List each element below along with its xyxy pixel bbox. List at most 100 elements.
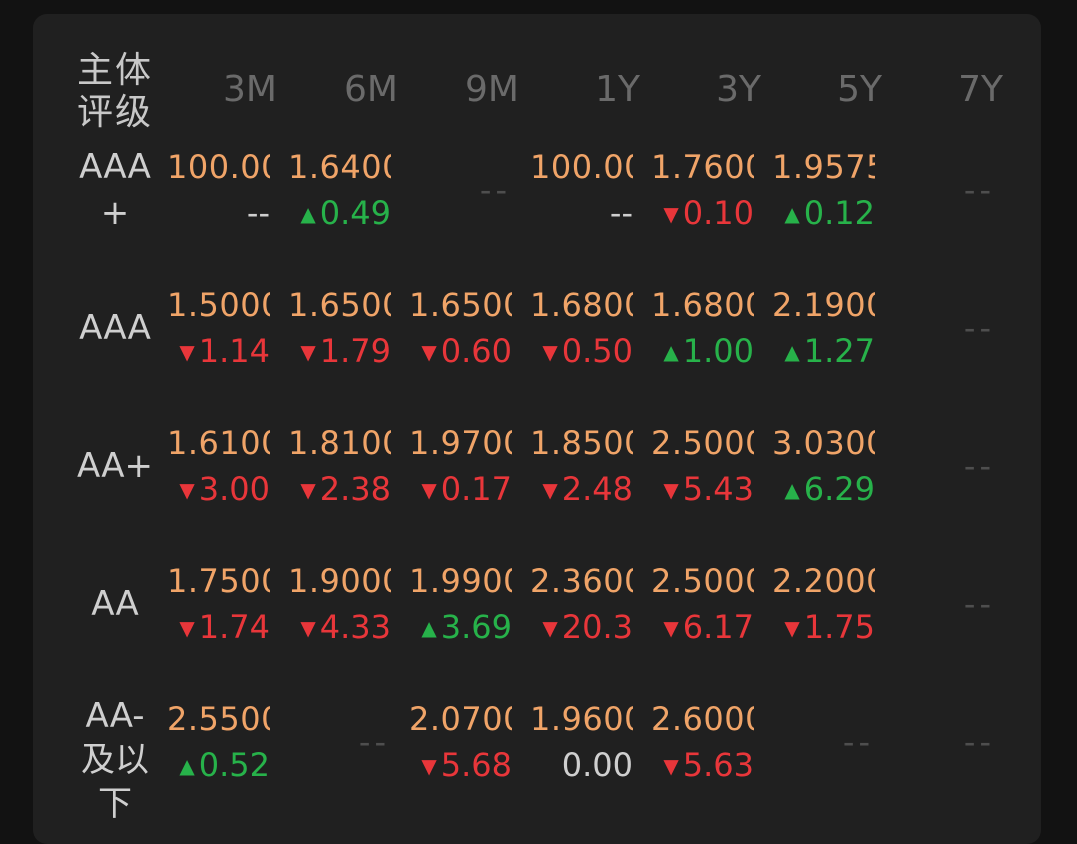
yield-cell[interactable]: 1.6100 ▼3.00 xyxy=(167,420,277,520)
table-row[interactable]: AA+1.6100▼3.001.8100▼2.381.9700▼0.171.85… xyxy=(33,420,1041,558)
yield-value: 3.0300 xyxy=(772,424,875,462)
yield-cell[interactable]: 2.5500 ▲0.52 xyxy=(167,696,277,796)
col-header-9m[interactable]: 9M xyxy=(409,68,519,112)
yield-cell[interactable]: 100.00 -- xyxy=(167,144,277,244)
yield-cell[interactable]: 2.2000 ▼1.75 xyxy=(772,558,882,658)
change-number: 0.60 xyxy=(440,332,512,370)
yield-value: 1.9575 xyxy=(772,148,875,186)
change-value: ▼ 0.17 xyxy=(409,466,519,513)
col-header-1y[interactable]: 1Y xyxy=(530,68,640,112)
empty-cell: -- xyxy=(963,447,995,485)
yield-cell[interactable]: 1.6800 ▼0.50 xyxy=(530,282,640,382)
yield-value: 2.5000 xyxy=(651,562,754,600)
yield-cell[interactable]: 2.0700 ▼5.68 xyxy=(409,696,519,796)
yield-value: 100.00 xyxy=(530,148,633,186)
change-number: 6.17 xyxy=(682,608,754,646)
table-row[interactable]: AAA +100.00--1.6400▲0.49--100.00--1.7600… xyxy=(33,144,1041,282)
yield-cell[interactable]: 1.9600 0.00 xyxy=(530,696,640,796)
yield-cell[interactable]: 100.00 -- xyxy=(530,144,640,244)
change-number: 0.49 xyxy=(319,194,391,232)
yield-cell[interactable]: 1.9575 ▲0.12 xyxy=(772,144,882,244)
change-value: ▲ 0.52 xyxy=(167,742,277,789)
yield-cell[interactable]: 1.6800 ▲1.00 xyxy=(651,282,761,382)
change-number: 0.10 xyxy=(682,194,754,232)
yield-cell[interactable]: 1.8500 ▼2.48 xyxy=(530,420,640,520)
table-row[interactable]: AA1.7500▼1.741.9000▼4.331.9900▲3.692.360… xyxy=(33,558,1041,696)
change-value: ▼ 0.60 xyxy=(409,328,519,375)
change-value: ▲ 0.49 xyxy=(288,190,398,237)
change-value: -- xyxy=(530,190,640,236)
triangle-down-icon: ▼ xyxy=(179,616,195,640)
yield-value: 1.9000 xyxy=(288,562,391,600)
yield-cell[interactable]: 1.9700 ▼0.17 xyxy=(409,420,519,520)
triangle-down-icon: ▼ xyxy=(300,478,316,502)
triangle-up-icon: ▲ xyxy=(179,754,195,778)
yield-cell[interactable]: 2.1900 ▲1.27 xyxy=(772,282,882,382)
change-number: 3.00 xyxy=(198,470,270,508)
change-value: ▲ 1.27 xyxy=(772,328,882,375)
yield-cell[interactable]: 1.6500 ▼0.60 xyxy=(409,282,519,382)
empty-cell: -- xyxy=(963,309,995,347)
change-number: 6.29 xyxy=(803,470,875,508)
change-value: ▲ 3.69 xyxy=(409,604,519,651)
yield-cell[interactable]: 3.0300 ▲6.29 xyxy=(772,420,882,520)
table-row[interactable]: AAA1.5000▼1.141.6500▼1.791.6500▼0.601.68… xyxy=(33,282,1041,420)
yield-cell[interactable]: 1.7600 ▼0.10 xyxy=(651,144,761,244)
yield-value: 1.8100 xyxy=(288,424,391,462)
col-header-3m[interactable]: 3M xyxy=(167,68,277,112)
yield-value: 1.6500 xyxy=(288,286,391,324)
triangle-down-icon: ▼ xyxy=(421,478,437,502)
change-value: ▼ 2.48 xyxy=(530,466,640,513)
change-value: ▲ 6.29 xyxy=(772,466,882,513)
yield-value: 1.7600 xyxy=(651,148,754,186)
triangle-down-icon: ▼ xyxy=(421,340,437,364)
yield-value: 2.5500 xyxy=(167,700,270,738)
change-number: 1.27 xyxy=(803,332,875,370)
change-number: 4.33 xyxy=(319,608,391,646)
change-number: 5.63 xyxy=(682,746,754,784)
change-value: ▼ 5.43 xyxy=(651,466,761,513)
change-number: 1.74 xyxy=(198,608,270,646)
change-value: ▼ 0.10 xyxy=(651,190,761,237)
triangle-down-icon: ▼ xyxy=(421,754,437,778)
empty-cell: -- xyxy=(963,585,995,623)
yield-value: 1.6800 xyxy=(651,286,754,324)
yield-cell[interactable]: 1.9000 ▼4.33 xyxy=(288,558,398,658)
yield-cell[interactable]: 2.3600 ▼20.3 xyxy=(530,558,640,658)
yield-value: 1.7500 xyxy=(167,562,270,600)
rating-label: AA+ xyxy=(77,446,153,486)
col-header-6m[interactable]: 6M xyxy=(288,68,398,112)
yield-cell[interactable]: 1.6400 ▲0.49 xyxy=(288,144,398,244)
yield-cell[interactable]: 2.5000 ▼5.43 xyxy=(651,420,761,520)
yield-value: 1.6400 xyxy=(288,148,391,186)
yield-cell[interactable]: 1.8100 ▼2.38 xyxy=(288,420,398,520)
yield-value: 2.2000 xyxy=(772,562,875,600)
col-header-7y[interactable]: 7Y xyxy=(893,68,1003,112)
table-row[interactable]: AA- 及以 下2.5500▲0.52--2.0700▼5.681.96000.… xyxy=(33,696,1041,834)
triangle-down-icon: ▼ xyxy=(300,616,316,640)
change-number: 1.75 xyxy=(803,608,875,646)
rating-label: AA- 及以 下 xyxy=(81,696,149,824)
yield-cell[interactable]: 1.9900 ▲3.69 xyxy=(409,558,519,658)
triangle-down-icon: ▼ xyxy=(542,616,558,640)
col-header-3y[interactable]: 3Y xyxy=(651,68,761,112)
change-value: ▼ 20.3 xyxy=(530,604,640,651)
yield-cell[interactable]: 1.7500 ▼1.74 xyxy=(167,558,277,658)
change-value: ▲ 1.00 xyxy=(651,328,761,375)
triangle-down-icon: ▼ xyxy=(542,478,558,502)
yield-cell[interactable]: 2.6000 ▼5.63 xyxy=(651,696,761,796)
yield-cell[interactable]: 1.6500 ▼1.79 xyxy=(288,282,398,382)
yield-value: 1.6100 xyxy=(167,424,270,462)
change-value: 0.00 xyxy=(530,742,640,788)
empty-cell: -- xyxy=(479,171,511,209)
col-header-5y[interactable]: 5Y xyxy=(772,68,882,112)
triangle-down-icon: ▼ xyxy=(663,202,679,226)
rating-column-header: 主体评级 xyxy=(76,50,153,133)
change-value: ▼ 3.00 xyxy=(167,466,277,513)
triangle-up-icon: ▲ xyxy=(784,478,800,502)
triangle-down-icon: ▼ xyxy=(179,340,195,364)
rating-label: AA xyxy=(91,584,139,624)
triangle-up-icon: ▲ xyxy=(663,340,679,364)
yield-cell[interactable]: 2.5000 ▼6.17 xyxy=(651,558,761,658)
yield-cell[interactable]: 1.5000 ▼1.14 xyxy=(167,282,277,382)
